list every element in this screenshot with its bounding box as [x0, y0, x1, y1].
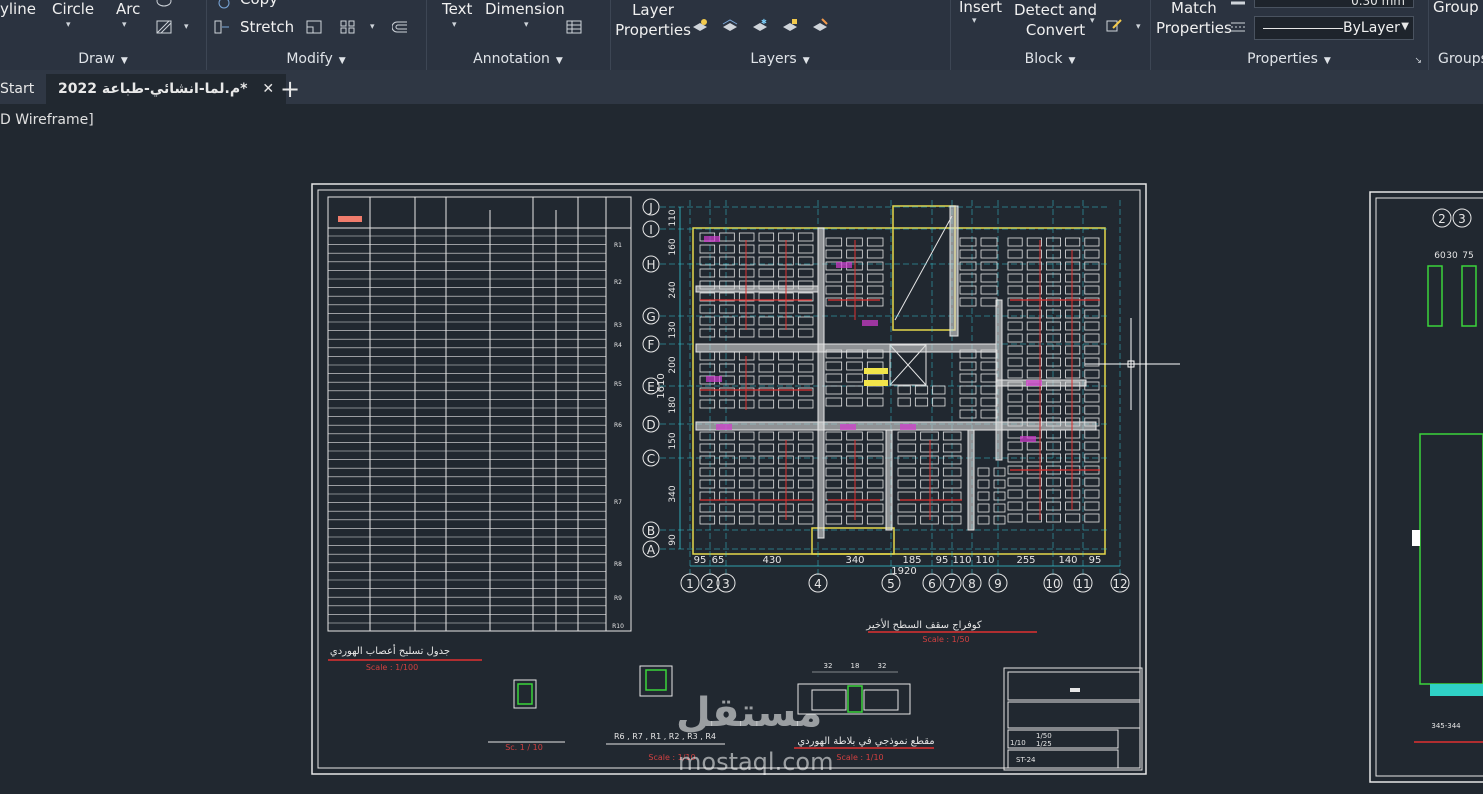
scale-icon[interactable] [306, 20, 322, 34]
lineweight-select[interactable]: 0.30 mm [1254, 0, 1414, 8]
linetype-value: ByLayer [1343, 20, 1400, 36]
properties-dialog-launcher-icon[interactable]: ↘ [1414, 56, 1422, 66]
hatch-dropdown-icon[interactable]: ▾ [184, 22, 189, 32]
groups-panel: Group Groups [1428, 0, 1483, 70]
polyline-button[interactable]: yline [0, 0, 36, 18]
array-dropdown-icon[interactable]: ▾ [370, 22, 375, 32]
arc-button[interactable]: Arc [116, 0, 140, 18]
match-label-2: Properties [1156, 19, 1232, 37]
layer-lock-icon[interactable] [782, 18, 798, 32]
groups-panel-title[interactable]: Groups [1438, 51, 1483, 67]
close-icon[interactable]: ✕ [262, 81, 274, 97]
block-panel-title[interactable]: Block ▼ [950, 51, 1150, 67]
linetype-icon [1231, 22, 1245, 32]
ribbon: yline Circle ▾ Arc ▾ ▾ Draw▼ Copy Stretc… [0, 0, 1483, 71]
tab-start[interactable]: Start [0, 74, 34, 104]
draw-panel-title[interactable]: Draw ▼ [0, 51, 206, 67]
offset-icon[interactable] [392, 20, 408, 34]
detect-convert-button[interactable]: Detect and Convert [1014, 0, 1097, 40]
watermark-latin: mostaql.com [678, 748, 834, 776]
array-icon[interactable] [340, 20, 356, 34]
lineweight-value: 0.30 mm [1351, 0, 1405, 8]
layer-freeze-icon[interactable]: ✱ [752, 18, 768, 32]
layer-isolate-icon[interactable] [722, 18, 738, 32]
circle-button[interactable]: Circle [52, 0, 94, 18]
copy-icon[interactable] [216, 0, 232, 10]
svg-text:✱: ✱ [761, 18, 767, 26]
annotation-panel: Text ▾ Dimension ▾ Annotation ▼ [426, 0, 611, 70]
insert-button[interactable]: Insert [959, 0, 1002, 16]
annotation-panel-title[interactable]: Annotation ▼ [426, 51, 610, 67]
detect-label-1: Detect and [1014, 1, 1098, 19]
new-tab-button[interactable]: + [280, 74, 300, 104]
linetype-select[interactable]: ByLayer ▼ [1254, 16, 1414, 40]
block-editor-dropdown-icon[interactable]: ▾ [1136, 22, 1141, 32]
table-icon[interactable] [566, 20, 582, 34]
layer-properties-button[interactable]: Layer Properties [615, 0, 691, 40]
layer-properties-label-1: Layer [632, 1, 674, 19]
arc-dropdown-icon[interactable]: ▾ [122, 20, 127, 30]
modify-panel-title[interactable]: Modify ▼ [206, 51, 426, 67]
text-dropdown-icon[interactable]: ▾ [452, 20, 457, 30]
detect-dropdown-icon[interactable]: ▾ [1090, 16, 1095, 26]
properties-panel-title[interactable]: Properties ▼ [1150, 51, 1428, 67]
watermark-arabic: مستقل [676, 690, 823, 736]
layers-panel: Layer Properties ✱ Layers ▼ [610, 0, 951, 70]
layers-panel-title[interactable]: Layers ▼ [610, 51, 950, 67]
draw-panel: yline Circle ▾ Arc ▾ ▾ Draw ▼ [0, 0, 207, 70]
block-editor-icon[interactable] [1106, 18, 1122, 32]
layer-off-icon[interactable] [692, 18, 708, 32]
stretch-icon[interactable] [214, 20, 230, 34]
match-properties-button[interactable]: Match Properties [1156, 0, 1232, 38]
lineweight-icon [1231, 1, 1245, 5]
linetype-dropdown-icon[interactable]: ▼ [1401, 21, 1409, 32]
stretch-button[interactable]: Stretch [240, 18, 294, 36]
tab-active-label: م.لما-انشائي-طباعة 2022* [58, 81, 248, 97]
copy-button[interactable]: Copy [240, 0, 278, 8]
detect-label-2: Convert [1025, 21, 1086, 39]
tab-active-drawing[interactable]: م.لما-انشائي-طباعة 2022* ✕ [46, 74, 287, 104]
group-button[interactable]: Group [1433, 0, 1479, 16]
block-panel: Insert ▾ Detect and Convert ▾ ▾ Block ▼ [950, 0, 1151, 70]
ellipse-icon[interactable] [156, 0, 172, 8]
circle-dropdown-icon[interactable]: ▾ [66, 20, 71, 30]
insert-dropdown-icon[interactable]: ▾ [972, 16, 977, 26]
viewport-visual-style-label[interactable]: D Wireframe] [0, 112, 94, 128]
file-tab-bar: Start م.لما-انشائي-طباعة 2022* ✕ + [0, 70, 1483, 104]
layer-match-icon[interactable] [812, 18, 828, 32]
modify-panel: Copy Stretch ▾ Modify▼ [206, 0, 427, 70]
dimension-button[interactable]: Dimension [485, 0, 565, 18]
text-button[interactable]: Text [442, 0, 472, 18]
dimension-dropdown-icon[interactable]: ▾ [524, 20, 529, 30]
match-label-1: Match [1171, 0, 1217, 17]
hatch-icon[interactable] [156, 20, 172, 34]
properties-panel: Match Properties 0.30 mm ByLayer ▼ Prope… [1150, 0, 1429, 70]
layer-properties-label-2: Properties [615, 21, 691, 39]
